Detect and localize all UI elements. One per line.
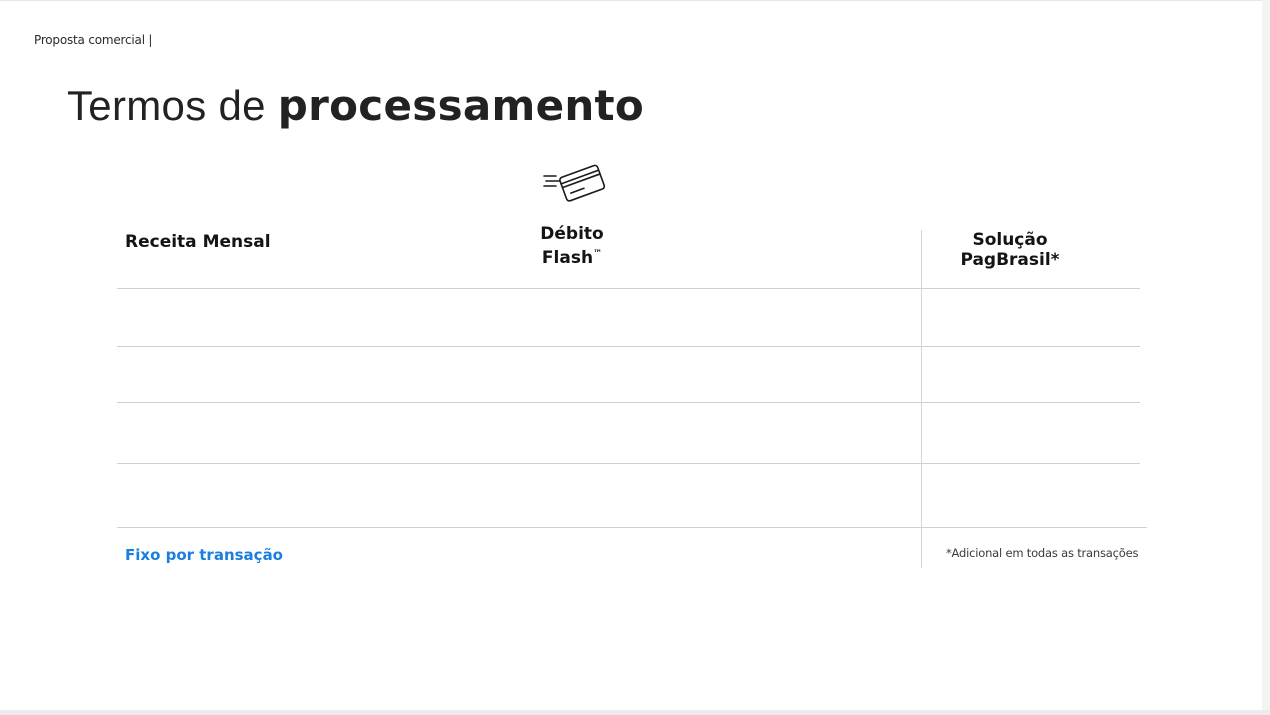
proposal-page: Proposta comercial | Termos de processam… bbox=[0, 0, 1262, 711]
header-debito-flash-text: Flash bbox=[541, 248, 594, 268]
header-debito-line2: Flash™ bbox=[532, 244, 612, 268]
title-light: Termos de bbox=[67, 82, 278, 129]
header-solucao-pagbrasil: Solução PagBrasil* bbox=[950, 230, 1070, 270]
fixo-por-transacao-label: Fixo por transação bbox=[125, 546, 283, 564]
header-debito-line1: Débito bbox=[540, 224, 604, 244]
table-row-divider bbox=[117, 288, 1140, 289]
table-column-divider bbox=[921, 230, 922, 568]
breadcrumb: Proposta comercial | bbox=[34, 33, 153, 47]
table-footer-divider bbox=[117, 527, 1147, 528]
right-gutter bbox=[1262, 0, 1270, 715]
header-receita-mensal: Receita Mensal bbox=[125, 232, 271, 252]
title-bold: processamento bbox=[277, 81, 645, 130]
header-solucao-line1: Solução bbox=[972, 230, 1048, 250]
table-row-divider bbox=[117, 463, 1140, 464]
page-title: Termos de processamento bbox=[67, 81, 644, 130]
table-row-divider bbox=[117, 402, 1140, 403]
header-debito-flash: Débito Flash™ bbox=[532, 224, 612, 268]
header-solucao-line2: PagBrasil* bbox=[960, 250, 1060, 270]
table-row-divider bbox=[117, 346, 1140, 347]
trademark-mark: ™ bbox=[593, 249, 603, 259]
flying-credit-card-icon bbox=[543, 164, 606, 202]
footnote: *Adicional em todas as transações bbox=[946, 546, 1139, 560]
bottom-gutter bbox=[0, 710, 1270, 715]
